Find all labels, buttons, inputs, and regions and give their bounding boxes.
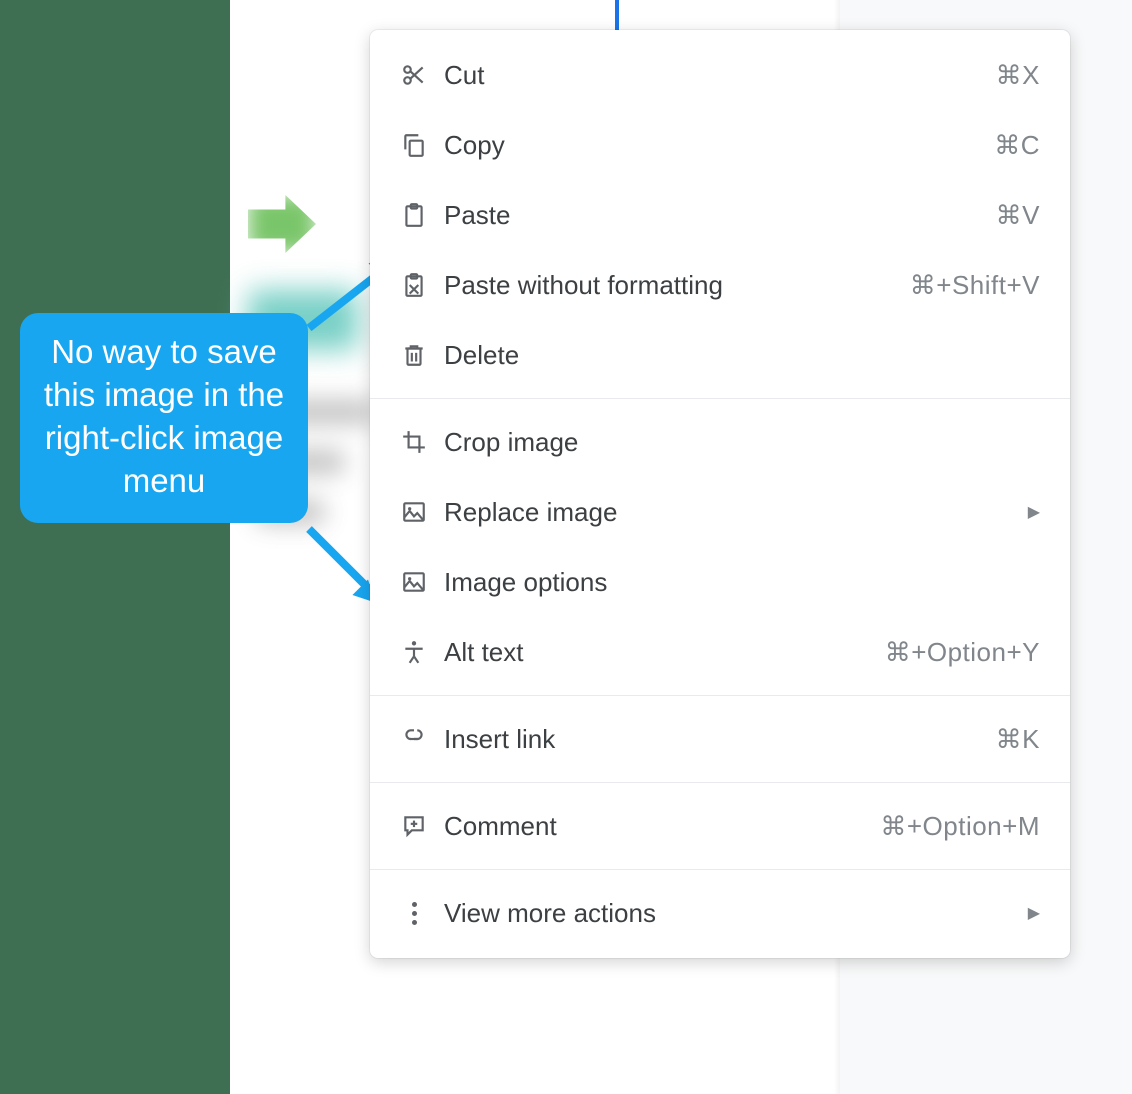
menu-item-shortcut: ⌘+Option+M	[880, 811, 1040, 842]
menu-item-image-options[interactable]: Image options	[370, 547, 1070, 617]
menu-item-shortcut: ⌘+Option+Y	[885, 637, 1040, 668]
comment-icon	[394, 813, 434, 839]
menu-item-shortcut: ⌘V	[996, 200, 1040, 231]
menu-item-replace-image[interactable]: Replace image ▶	[370, 477, 1070, 547]
menu-item-delete[interactable]: Delete	[370, 320, 1070, 390]
menu-item-insert-link[interactable]: Insert link ⌘K	[370, 704, 1070, 774]
menu-item-label: View more actions	[434, 898, 1016, 929]
menu-item-shortcut: ⌘K	[996, 724, 1040, 755]
menu-item-label: Insert link	[434, 724, 996, 755]
menu-divider	[370, 695, 1070, 696]
menu-item-label: Paste without formatting	[434, 270, 910, 301]
clipboard-icon	[394, 202, 434, 228]
menu-item-comment[interactable]: Comment ⌘+Option+M	[370, 791, 1070, 861]
menu-item-label: Replace image	[434, 497, 1016, 528]
menu-item-label: Comment	[434, 811, 880, 842]
clipboard-nofmt-icon	[394, 272, 434, 298]
scissors-icon	[394, 62, 434, 88]
menu-item-shortcut: ⌘+Shift+V	[910, 270, 1040, 301]
menu-item-label: Alt text	[434, 637, 885, 668]
trash-icon	[394, 342, 434, 368]
menu-item-paste[interactable]: Paste ⌘V	[370, 180, 1070, 250]
menu-divider	[370, 869, 1070, 870]
crop-icon	[394, 429, 434, 455]
image-icon	[394, 499, 434, 525]
sidebar-green-strip	[0, 0, 230, 1094]
menu-item-shortcut: ⌘X	[996, 60, 1040, 91]
menu-item-label: Copy	[434, 130, 994, 161]
link-icon	[394, 726, 434, 752]
menu-item-paste-without-formatting[interactable]: Paste without formatting ⌘+Shift+V	[370, 250, 1070, 320]
menu-item-shortcut: ⌘C	[994, 130, 1040, 161]
image-icon	[394, 569, 434, 595]
menu-item-label: Delete	[434, 340, 1040, 371]
menu-item-label: Cut	[434, 60, 996, 91]
menu-item-label: Crop image	[434, 427, 1040, 458]
menu-item-label: Paste	[434, 200, 996, 231]
menu-divider	[370, 398, 1070, 399]
menu-item-alt-text[interactable]: Alt text ⌘+Option+Y	[370, 617, 1070, 687]
accessibility-icon	[394, 639, 434, 665]
more-vertical-icon	[394, 900, 434, 926]
menu-item-cut[interactable]: Cut ⌘X	[370, 40, 1070, 110]
annotation-callout-text: No way to save this image in the right-c…	[44, 333, 284, 499]
context-menu: Cut ⌘X Copy ⌘C Paste ⌘V Paste without fo…	[370, 30, 1070, 958]
menu-item-view-more-actions[interactable]: View more actions ▶	[370, 878, 1070, 948]
menu-item-label: Image options	[434, 567, 1040, 598]
copy-icon	[394, 132, 434, 158]
annotation-callout: No way to save this image in the right-c…	[20, 313, 308, 523]
submenu-arrow-icon: ▶	[1028, 502, 1040, 522]
submenu-arrow-icon: ▶	[1028, 903, 1040, 923]
menu-divider	[370, 782, 1070, 783]
menu-item-crop-image[interactable]: Crop image	[370, 407, 1070, 477]
menu-item-copy[interactable]: Copy ⌘C	[370, 110, 1070, 180]
